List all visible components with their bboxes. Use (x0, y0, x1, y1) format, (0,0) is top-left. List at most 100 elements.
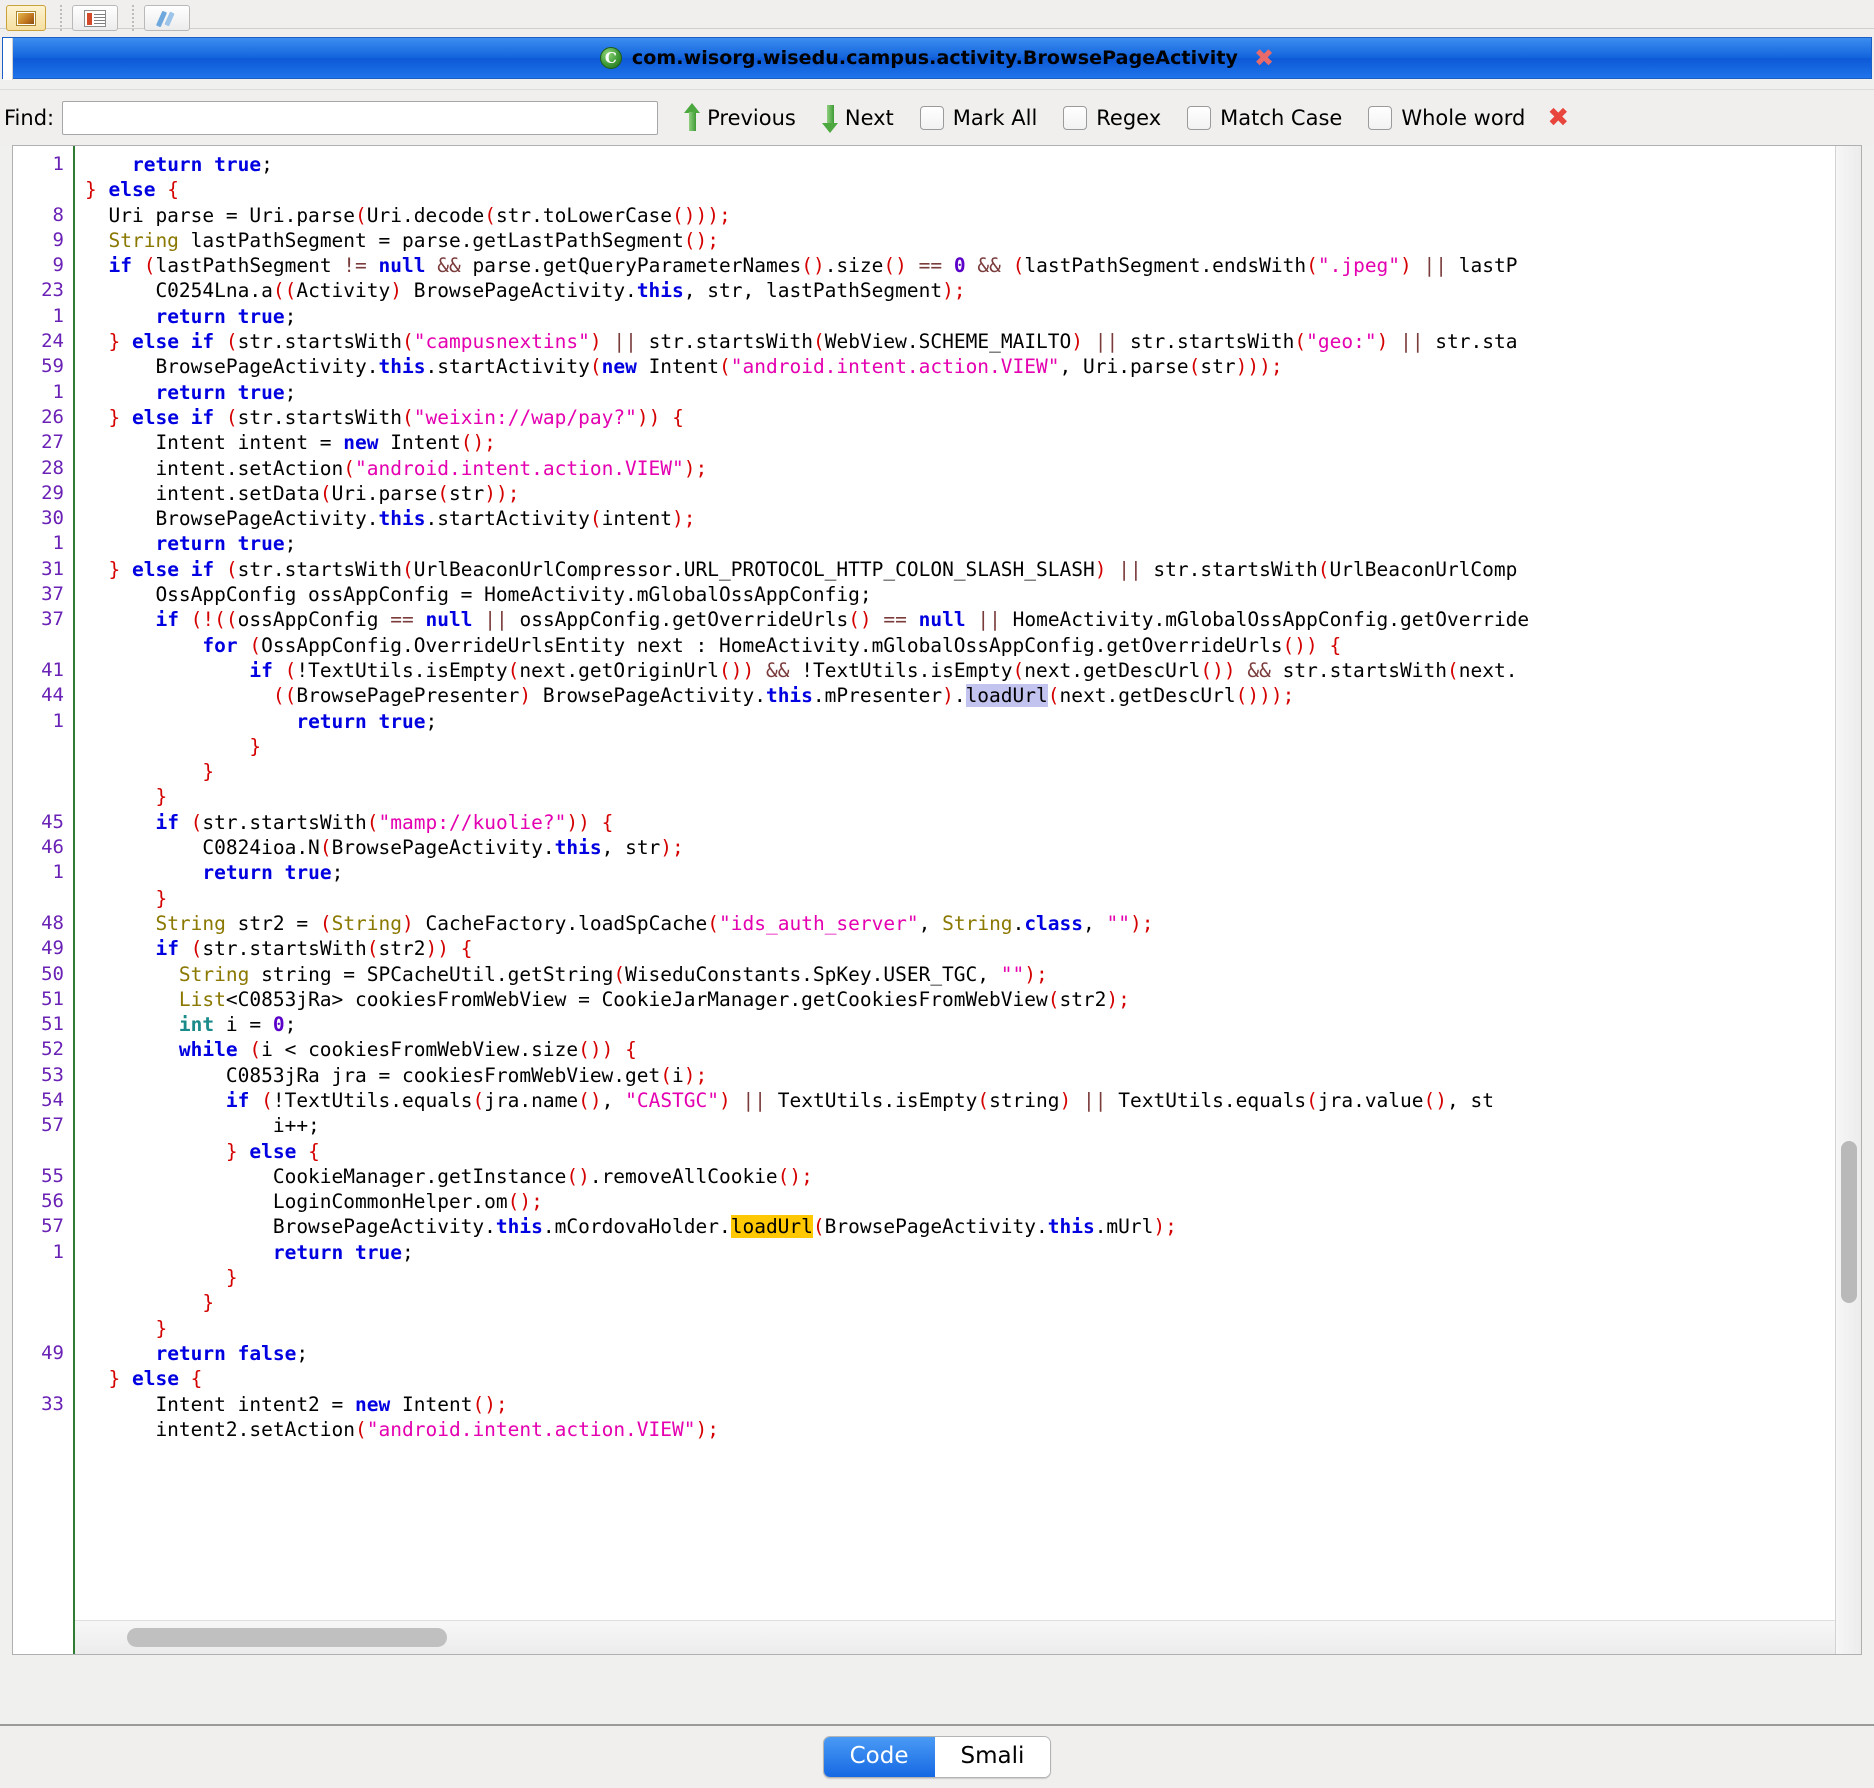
document-tool-button[interactable] (72, 5, 118, 31)
code-line[interactable]: String str2 = (String) CacheFactory.load… (85, 911, 1835, 936)
vertical-scrollbar[interactable] (1835, 146, 1861, 1654)
code-line[interactable]: } (85, 1290, 1835, 1315)
code-token: "geo:" (1306, 330, 1377, 354)
code-line[interactable]: LoginCommonHelper.om(); (85, 1189, 1835, 1214)
code-line[interactable]: C0853jRa jra = cookiesFromWebView.get(i)… (85, 1063, 1835, 1088)
code-line[interactable]: OssAppConfig ossAppConfig = HomeActivity… (85, 582, 1835, 607)
code-line[interactable]: } else { (85, 1366, 1835, 1391)
code-line[interactable]: return true; (85, 1240, 1835, 1265)
tab-smali[interactable]: Smali (934, 1737, 1051, 1777)
code-line[interactable]: Uri parse = Uri.parse(Uri.decode(str.toL… (85, 203, 1835, 228)
code-line[interactable]: } else { (85, 1139, 1835, 1164)
code-line[interactable]: } else if (str.startsWith("weixin://wap/… (85, 405, 1835, 430)
code-line[interactable]: BrowsePageActivity.this.startActivity(ne… (85, 354, 1835, 379)
code-token: this (495, 1215, 543, 1239)
code-line[interactable]: } (85, 759, 1835, 784)
checkbox-icon[interactable] (1063, 105, 1088, 130)
code-line[interactable]: return true; (85, 709, 1835, 734)
tab-code[interactable]: Code (823, 1737, 935, 1777)
code-line[interactable]: intent.setData(Uri.parse(str)); (85, 481, 1835, 506)
image-tool-button[interactable] (6, 5, 46, 31)
search-input[interactable] (62, 100, 659, 135)
code-line[interactable]: intent2.setAction("android.intent.action… (85, 1417, 1835, 1442)
arrow-up-icon (684, 102, 701, 133)
code-line[interactable]: } (85, 1316, 1835, 1341)
code-line[interactable]: if (str.startsWith(str2)) { (85, 936, 1835, 961)
code-line[interactable]: } (85, 886, 1835, 911)
code-line[interactable]: return true; (85, 304, 1835, 329)
code-token: (); (683, 228, 719, 252)
horizontal-scrollbar[interactable] (75, 1620, 1835, 1654)
code-token: lastPathSegment = parse.getLastPathSegme… (178, 228, 684, 252)
close-icon[interactable]: ✖ (1254, 46, 1274, 70)
code-token: && (437, 254, 461, 278)
checkbox-icon[interactable] (919, 105, 944, 130)
pen-tool-button[interactable] (144, 5, 190, 31)
code-line[interactable]: return true; (85, 152, 1835, 177)
code-line[interactable]: String lastPathSegment = parse.getLastPa… (85, 228, 1835, 253)
code-token: .startActivity (425, 507, 590, 531)
code-line[interactable]: while (i < cookiesFromWebView.size()) { (85, 1037, 1835, 1062)
code-line[interactable]: } (85, 784, 1835, 809)
code-line[interactable]: ((BrowsePagePresenter) BrowsePageActivit… (85, 683, 1835, 708)
code-content[interactable]: return true;} else { Uri parse = Uri.par… (75, 146, 1835, 1654)
code-token: if (155, 810, 179, 834)
code-line[interactable]: List<C0853jRa> cookiesFromWebView = Cook… (85, 987, 1835, 1012)
code-line[interactable]: int i = 0; (85, 1012, 1835, 1037)
code-line[interactable]: if (str.startsWith("mamp://kuolie?")) { (85, 810, 1835, 835)
checkbox-icon[interactable] (1187, 105, 1212, 130)
checkbox-regex[interactable]: Regex (1063, 105, 1161, 130)
code-line[interactable]: } (85, 1265, 1835, 1290)
code-line[interactable]: return true; (85, 860, 1835, 885)
code-line[interactable]: for (OssAppConfig.OverrideUrlsEntity nex… (85, 633, 1835, 658)
code-token: ) (942, 684, 954, 708)
code-line[interactable]: String string = SPCacheUtil.getString(Wi… (85, 962, 1835, 987)
code-line[interactable]: return false; (85, 1341, 1835, 1366)
code-token: ); (1106, 987, 1130, 1011)
titlebar-container: C com.wisorg.wisedu.campus.activity.Brow… (0, 29, 1874, 80)
code-line[interactable]: BrowsePageActivity.this.mCordovaHolder.l… (85, 1214, 1835, 1239)
code-line[interactable]: Intent intent = new Intent(); (85, 430, 1835, 455)
code-line[interactable]: return true; (85, 380, 1835, 405)
code-line[interactable]: BrowsePageActivity.this.startActivity(in… (85, 506, 1835, 531)
code-line[interactable]: if (!((ossAppConfig == null || ossAppCon… (85, 607, 1835, 632)
vertical-scrollbar-thumb[interactable] (1841, 1141, 1857, 1303)
code-token: ( (237, 1038, 262, 1062)
code-token: TextUtils.equals (1106, 1088, 1307, 1112)
page-title: com.wisorg.wisedu.campus.activity.Browse… (631, 47, 1238, 69)
horizontal-scrollbar-thumb[interactable] (127, 1628, 447, 1647)
class-icon: C (599, 47, 622, 69)
find-next-button[interactable]: Next (821, 103, 894, 133)
code-line[interactable]: C0824ioa.N(BrowsePageActivity.this, str)… (85, 835, 1835, 860)
code-token: ; (296, 1341, 309, 1365)
checkbox-mark-all[interactable]: Mark All (919, 105, 1037, 130)
code-line[interactable]: if (lastPathSegment != null && parse.get… (85, 253, 1835, 278)
checkbox-match-case[interactable]: Match Case (1187, 105, 1342, 130)
code-line[interactable]: CookieManager.getInstance().removeAllCoo… (85, 1164, 1835, 1189)
code-line[interactable]: Intent intent2 = new Intent(); (85, 1392, 1835, 1417)
code-line[interactable]: if (!TextUtils.isEmpty(next.getOriginUrl… (85, 658, 1835, 683)
find-close-icon[interactable]: ✖ (1547, 105, 1569, 131)
code-line[interactable]: } (85, 734, 1835, 759)
code-line[interactable]: } else if (str.startsWith(UrlBeaconUrlCo… (85, 557, 1835, 582)
code-line[interactable]: if (!TextUtils.equals(jra.name(), "CASTG… (85, 1088, 1835, 1113)
code-line[interactable]: return true; (85, 531, 1835, 556)
checkbox-whole-word[interactable]: Whole word (1368, 105, 1525, 130)
code-token: () (1423, 1088, 1448, 1112)
code-line[interactable]: C0254Lna.a((Activity) BrowsePageActivity… (85, 278, 1835, 303)
code-line[interactable]: } else if (str.startsWith("campusnextins… (85, 329, 1835, 354)
checkbox-icon[interactable] (1368, 105, 1393, 130)
line-number: 49 (41, 1341, 64, 1364)
find-previous-button[interactable]: Previous (684, 102, 796, 133)
code-token: ossAppConfig (237, 608, 391, 632)
code-line[interactable]: } else { (85, 177, 1835, 202)
code-token: null (918, 608, 966, 632)
code-token: } (85, 405, 132, 429)
code-line[interactable]: intent.setAction("android.intent.action.… (85, 456, 1835, 481)
code-line[interactable]: i++; (85, 1113, 1835, 1138)
code-token: Intent (378, 431, 461, 455)
